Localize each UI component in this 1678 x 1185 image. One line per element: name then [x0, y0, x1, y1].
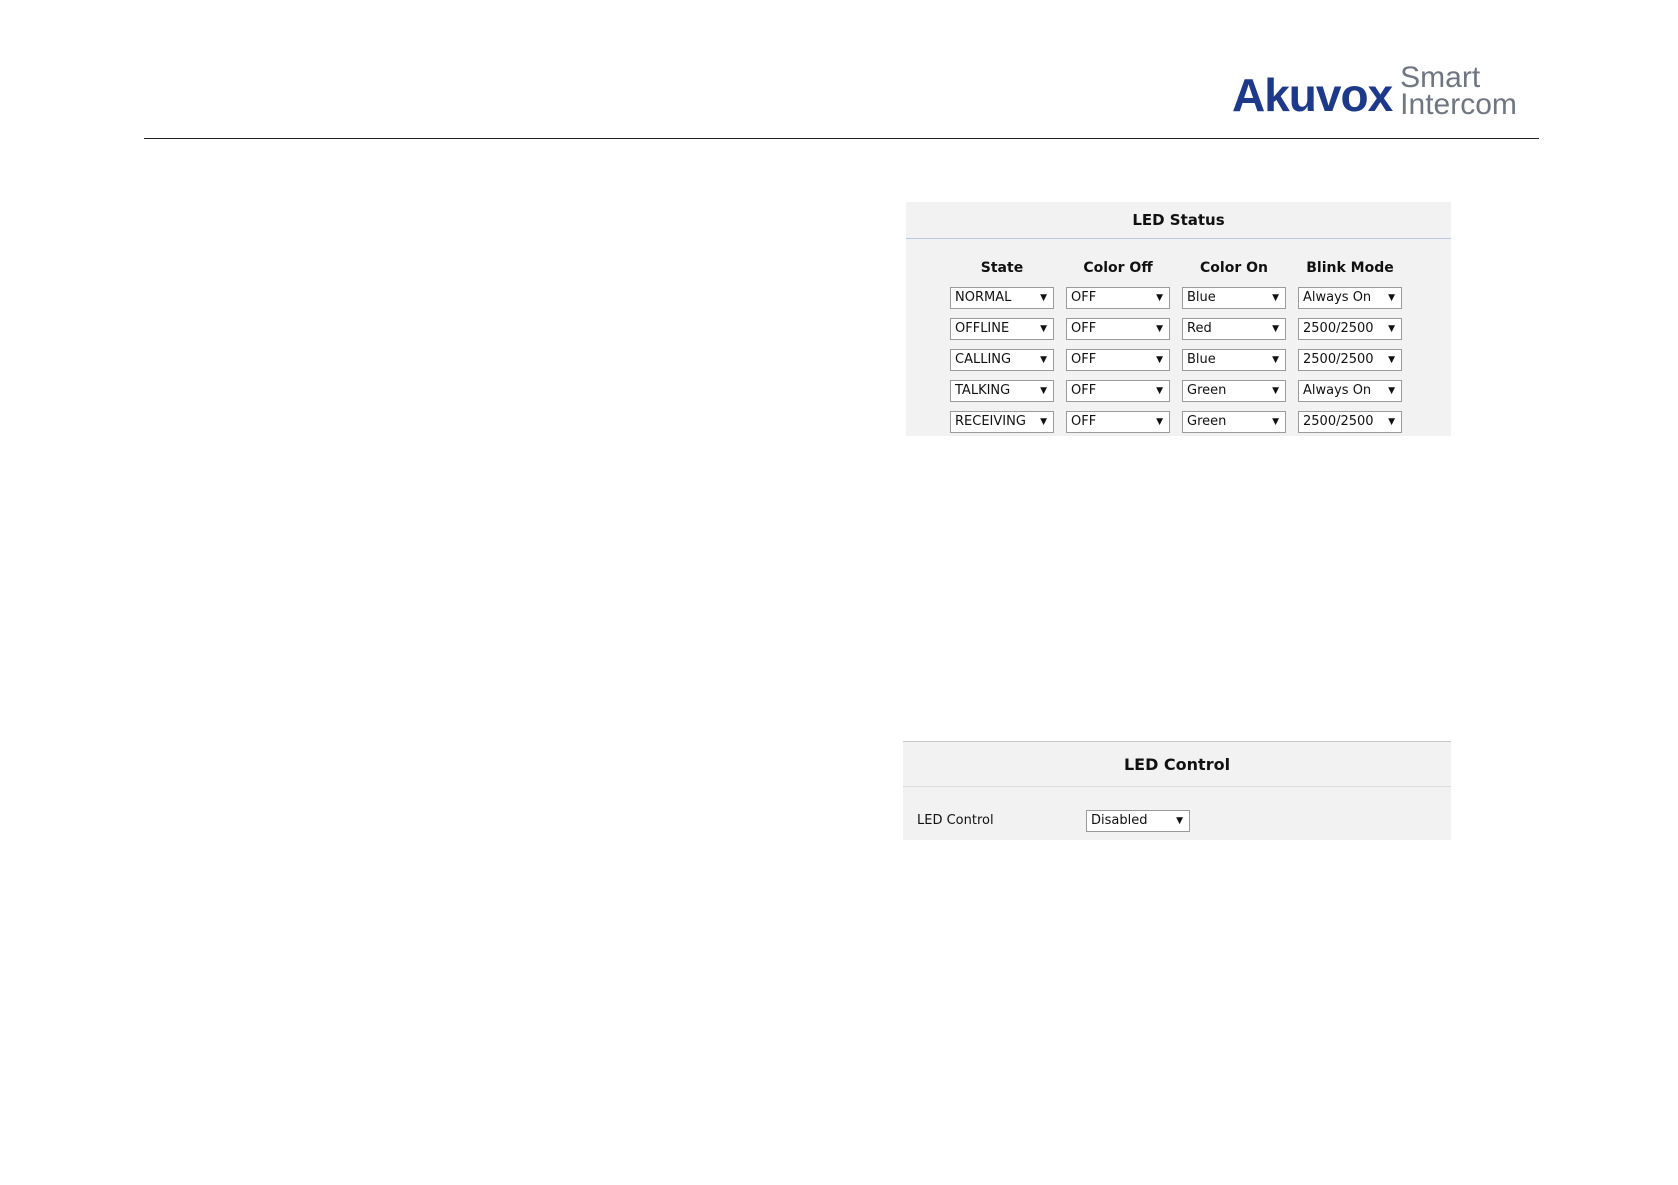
led-status-column-headers: State Color Off Color On Blink Mode: [950, 260, 1414, 276]
state-select[interactable]: OFFLINE ▼: [950, 318, 1054, 340]
led-status-title: LED Status: [906, 202, 1451, 239]
caret-down-icon: ▼: [1388, 324, 1395, 334]
color-on-select[interactable]: Blue ▼: [1182, 349, 1286, 371]
select-value: Green: [1187, 383, 1227, 398]
caret-down-icon: ▼: [1156, 417, 1163, 427]
caret-down-icon: ▼: [1272, 293, 1279, 303]
caret-down-icon: ▼: [1272, 355, 1279, 365]
select-value: 2500/2500: [1303, 321, 1374, 336]
caret-down-icon: ▼: [1176, 816, 1183, 826]
column-header-blink-mode: Blink Mode: [1306, 260, 1394, 276]
caret-down-icon: ▼: [1272, 386, 1279, 396]
color-off-select[interactable]: OFF ▼: [1066, 380, 1170, 402]
color-on-select[interactable]: Blue ▼: [1182, 287, 1286, 309]
caret-down-icon: ▼: [1156, 293, 1163, 303]
led-status-row-receiving: RECEIVING ▼ OFF ▼ Green ▼ 2500/2500 ▼: [950, 411, 1414, 442]
led-status-row-normal: NORMAL ▼ OFF ▼ Blue ▼ Always On ▼: [950, 287, 1414, 318]
caret-down-icon: ▼: [1156, 324, 1163, 334]
blink-mode-select[interactable]: Always On ▼: [1298, 287, 1402, 309]
led-status-row-calling: CALLING ▼ OFF ▼ Blue ▼ 2500/2500 ▼: [950, 349, 1414, 380]
column-header-color-on: Color On: [1200, 260, 1268, 276]
select-value: Red: [1187, 321, 1212, 336]
led-status-panel: LED Status State Color Off Color On Blin…: [906, 202, 1451, 436]
caret-down-icon: ▼: [1040, 355, 1047, 365]
company-logo: Akuvox Smart Intercom: [1232, 61, 1517, 121]
header-divider: [144, 138, 1539, 139]
select-value: OFF: [1071, 290, 1097, 305]
select-value: Disabled: [1091, 813, 1148, 828]
color-on-select[interactable]: Green ▼: [1182, 380, 1286, 402]
caret-down-icon: ▼: [1388, 293, 1395, 303]
caret-down-icon: ▼: [1156, 386, 1163, 396]
logo-tagline-line2: Intercom: [1400, 88, 1517, 121]
select-value: Green: [1187, 414, 1227, 429]
select-value: Always On: [1303, 383, 1372, 398]
column-header-color-off: Color Off: [1083, 260, 1153, 276]
caret-down-icon: ▼: [1040, 293, 1047, 303]
led-status-rows: NORMAL ▼ OFF ▼ Blue ▼ Always On ▼ OFFLINE ▼ O…: [950, 287, 1414, 442]
blink-mode-select[interactable]: 2500/2500 ▼: [1298, 318, 1402, 340]
caret-down-icon: ▼: [1040, 386, 1047, 396]
caret-down-icon: ▼: [1272, 324, 1279, 334]
caret-down-icon: ▼: [1388, 386, 1395, 396]
select-value: Blue: [1187, 352, 1216, 367]
logo-tagline-line1: Smart: [1400, 61, 1481, 94]
led-control-title: LED Control: [903, 742, 1451, 787]
caret-down-icon: ▼: [1040, 324, 1047, 334]
state-select[interactable]: RECEIVING ▼: [950, 411, 1054, 433]
caret-down-icon: ▼: [1040, 417, 1047, 427]
state-select[interactable]: CALLING ▼: [950, 349, 1054, 371]
led-status-row-offline: OFFLINE ▼ OFF ▼ Red ▼ 2500/2500 ▼: [950, 318, 1414, 349]
select-value: Blue: [1187, 290, 1216, 305]
column-header-state: State: [980, 260, 1024, 276]
caret-down-icon: ▼: [1156, 355, 1163, 365]
caret-down-icon: ▼: [1388, 355, 1395, 365]
caret-down-icon: ▼: [1388, 417, 1395, 427]
led-control-select[interactable]: Disabled ▼: [1086, 810, 1190, 832]
color-on-select[interactable]: Green ▼: [1182, 411, 1286, 433]
color-off-select[interactable]: OFF ▼: [1066, 287, 1170, 309]
select-value: Always On: [1303, 290, 1372, 305]
select-value: OFF: [1071, 414, 1097, 429]
color-off-select[interactable]: OFF ▼: [1066, 318, 1170, 340]
select-value: 2500/2500: [1303, 352, 1374, 367]
led-control-panel: LED Control LED Control Disabled ▼: [903, 741, 1451, 840]
select-value: 2500/2500: [1303, 414, 1374, 429]
caret-down-icon: ▼: [1272, 417, 1279, 427]
logo-brand: Akuvox: [1232, 69, 1393, 121]
select-value: CALLING: [955, 352, 1012, 367]
blink-mode-select[interactable]: 2500/2500 ▼: [1298, 349, 1402, 371]
select-value: RECEIVING: [955, 414, 1026, 429]
select-value: OFFLINE: [955, 321, 1010, 336]
blink-mode-select[interactable]: 2500/2500 ▼: [1298, 411, 1402, 433]
led-status-row-talking: TALKING ▼ OFF ▼ Green ▼ Always On ▼: [950, 380, 1414, 411]
select-value: OFF: [1071, 321, 1097, 336]
logo-tagline: Smart Intercom: [1400, 61, 1517, 121]
select-value: NORMAL: [955, 290, 1012, 305]
select-value: TALKING: [955, 383, 1011, 398]
state-select[interactable]: NORMAL ▼: [950, 287, 1054, 309]
color-on-select[interactable]: Red ▼: [1182, 318, 1286, 340]
state-select[interactable]: TALKING ▼: [950, 380, 1054, 402]
color-off-select[interactable]: OFF ▼: [1066, 349, 1170, 371]
select-value: OFF: [1071, 383, 1097, 398]
blink-mode-select[interactable]: Always On ▼: [1298, 380, 1402, 402]
color-off-select[interactable]: OFF ▼: [1066, 411, 1170, 433]
select-value: OFF: [1071, 352, 1097, 367]
led-control-label: LED Control: [917, 813, 994, 828]
